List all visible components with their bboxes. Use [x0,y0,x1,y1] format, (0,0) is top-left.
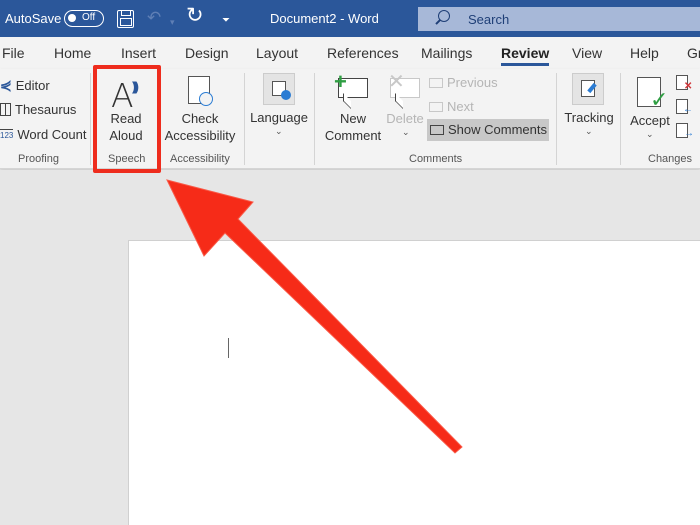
previous-label: Previous [447,75,498,90]
redo-icon[interactable]: ↻ [186,5,204,26]
tab-grammarly[interactable]: Gr [687,45,700,61]
tracking-icon [572,73,604,105]
text-cursor [228,338,229,358]
chevron-down-icon: ⌄ [646,129,654,139]
customize-quick-access-icon[interactable]: ⏷ [222,11,230,31]
delete-label: Delete [386,111,424,126]
tab-design[interactable]: Design [185,45,229,61]
show-comments-label: Show Comments [448,122,547,137]
editor-label: Editor [15,78,50,93]
next-comment-icon [429,101,443,112]
previous-arrow-icon: ← [683,104,693,115]
editor-icon: ⋞ [0,77,12,93]
word-count-label: Word Count [17,127,87,142]
search-input[interactable]: Search [418,7,700,31]
check-accessibility-label: Check Accessibility [162,110,238,144]
group-label-comments: Comments [409,153,463,165]
tab-layout[interactable]: Layout [256,45,298,61]
next-label: Next [447,99,474,114]
accessibility-clock-icon [199,92,213,106]
title-bar: AutoSave Off ↶ ▾ ↻ ⏷ Document2 - Word Se… [0,0,700,37]
divider [244,73,245,165]
chevron-down-icon: ⌄ [275,126,283,136]
next-comment-button[interactable]: Next [429,99,474,114]
thesaurus-button[interactable]: Thesaurus [0,102,76,117]
new-comment-label: New Comment [320,110,386,144]
save-icon[interactable] [117,10,134,28]
tab-insert[interactable]: Insert [121,45,156,61]
next-arrow-icon: → [684,128,694,139]
search-placeholder: Search [468,12,510,27]
previous-comment-icon [429,77,443,88]
checkmark-icon: ✓ [650,87,669,112]
language-icon [263,73,295,105]
document-title: Document2 - Word [270,11,379,26]
language-label: Language [250,110,308,125]
autosave-state: Off [82,12,96,23]
read-aloud-highlight-box [93,65,161,173]
x-icon: ✕ [388,71,405,93]
group-label-changes: Changes [648,153,693,165]
search-icon [438,10,450,22]
thesaurus-icon [0,103,11,116]
previous-comment-button[interactable]: Previous [429,75,498,90]
new-comment-line1: New [339,111,366,126]
toggle-knob [68,14,76,22]
tracking-label: Tracking [564,110,614,125]
undo-icon[interactable]: ↶ [147,8,161,28]
editor-button[interactable]: ⋞ Editor [0,77,50,94]
thesaurus-label: Thesaurus [15,102,77,117]
word-count-button[interactable]: 123 Word Count [0,127,87,142]
check-line1: Check [181,111,219,126]
tab-review[interactable]: Review [501,45,550,66]
divider [556,73,557,165]
globe-icon [281,90,291,100]
show-comments-content: Show Comments [430,122,547,137]
tab-home[interactable]: Home [54,45,91,61]
group-label-proofing: Proofing [18,153,59,165]
autosave-label: AutoSave [5,11,62,26]
divider [620,73,621,165]
accept-label: Accept [630,113,670,128]
group-label-accessibility: Accessibility [170,153,230,165]
reject-x-icon: ✕ [684,81,693,92]
undo-dropdown-icon[interactable]: ▾ [170,12,175,32]
document-page[interactable] [128,240,700,525]
word-count-icon: 123 [0,129,14,140]
new-comment-line2: Comment [324,128,382,143]
plus-icon: + [334,69,347,94]
divider [90,73,91,165]
tab-view[interactable]: View [572,45,602,61]
check-line2: Accessibility [164,128,236,143]
divider [314,73,315,165]
tab-mailings[interactable]: Mailings [421,45,472,61]
tab-references[interactable]: References [327,45,399,61]
chevron-down-icon: ⌄ [402,127,410,137]
show-comments-icon [430,124,444,135]
autosave-toggle[interactable]: Off [64,10,104,27]
show-comments-button[interactable]: Show Comments [427,119,549,141]
chevron-down-icon: ⌄ [585,126,593,136]
tab-file[interactable]: File [2,45,25,61]
tab-help[interactable]: Help [630,45,659,61]
